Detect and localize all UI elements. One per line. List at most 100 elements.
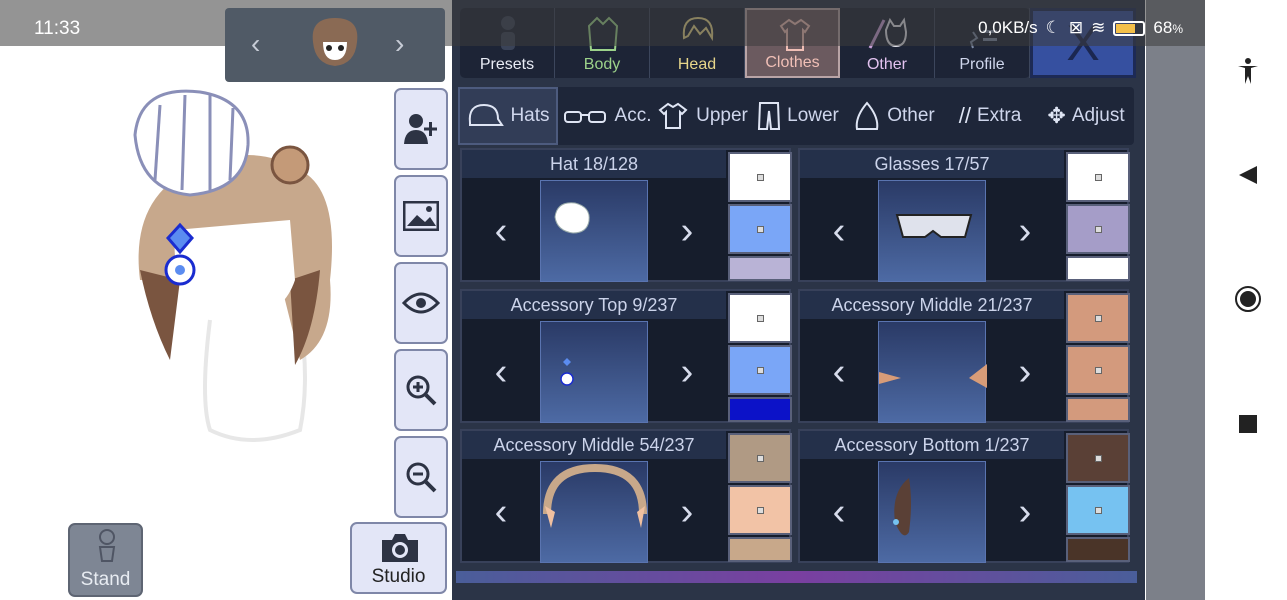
add-character-button[interactable] xyxy=(394,88,448,170)
card-title: Accessory Middle 21/237 xyxy=(800,291,1064,319)
tshirt-icon xyxy=(658,102,688,129)
recents-icon xyxy=(1239,415,1257,433)
prev-button[interactable]: ‹ xyxy=(800,461,878,563)
accessory-middle-selector-card: Accessory Middle 21/237 ‹ › xyxy=(798,289,1130,423)
head-next-button[interactable]: › xyxy=(395,28,404,60)
color-swatch-2[interactable] xyxy=(1066,485,1130,535)
hat-preview xyxy=(540,180,648,282)
accessory-middle-2-preview xyxy=(540,461,648,563)
tab-hats[interactable]: Hats xyxy=(458,87,558,145)
color-swatch-1[interactable] xyxy=(728,152,792,202)
color-swatch-1[interactable] xyxy=(1066,293,1130,343)
color-swatch-1[interactable] xyxy=(728,433,792,483)
tab-accessories-label: Acc. xyxy=(614,105,652,126)
tab-other-label: Other xyxy=(866,56,907,73)
tab-other-items[interactable]: Other xyxy=(846,87,942,145)
visibility-button[interactable] xyxy=(394,262,448,344)
zoom-in-button[interactable] xyxy=(394,349,448,431)
color-swatch-1[interactable] xyxy=(728,293,792,343)
color-swatch-1[interactable] xyxy=(1066,433,1130,483)
color-swatch-2[interactable] xyxy=(1066,204,1130,254)
battery-percent: 68% xyxy=(1153,18,1183,37)
pants-icon xyxy=(758,102,781,130)
studio-label: Studio xyxy=(371,566,426,587)
maid-headband-thumbnail-icon xyxy=(543,463,647,528)
home-button[interactable] xyxy=(1233,284,1263,314)
wing-icon xyxy=(855,101,879,130)
next-button[interactable]: › xyxy=(986,461,1064,563)
color-swatch-3[interactable] xyxy=(728,537,792,562)
tab-accessories[interactable]: Acc. xyxy=(558,87,654,145)
color-swatch-3[interactable] xyxy=(1066,397,1130,422)
cap-icon xyxy=(469,103,505,126)
color-swatch-3[interactable] xyxy=(728,397,792,422)
prev-button[interactable]: ‹ xyxy=(462,180,540,282)
tab-other-items-label: Other xyxy=(887,105,935,126)
tab-upper-label: Upper xyxy=(696,105,748,126)
color-swatch-3[interactable] xyxy=(1066,537,1130,562)
stand-button[interactable]: Stand xyxy=(68,523,143,597)
color-swatch-2[interactable] xyxy=(728,204,792,254)
prev-button[interactable]: ‹ xyxy=(462,321,540,423)
tab-head-label: Head xyxy=(677,56,717,73)
panel-bottom-strip xyxy=(456,571,1137,583)
next-button[interactable]: › xyxy=(648,321,726,423)
sub-tab-bar: Hats Acc. Upper Lower Other // Extra ✥ A… xyxy=(458,87,1134,145)
studio-button[interactable]: Studio xyxy=(350,522,447,594)
zoom-out-button[interactable] xyxy=(394,436,448,518)
eye-icon xyxy=(402,292,440,314)
sim-icon: ⊠ xyxy=(1068,18,1084,37)
prev-button[interactable]: ‹ xyxy=(462,461,540,563)
tab-adjust-label: Adjust xyxy=(1071,105,1125,126)
color-swatch-3[interactable] xyxy=(1066,256,1130,281)
battery-icon xyxy=(1113,20,1146,36)
glasses-selector-card: Glasses 17/57 ‹ › xyxy=(798,148,1130,282)
accessory-top-selector-card: Accessory Top 9/237 ‹ › xyxy=(460,289,792,423)
accessory-middle-preview xyxy=(878,321,987,423)
tab-body-label: Body xyxy=(583,56,621,73)
next-button[interactable]: › xyxy=(986,321,1064,423)
next-button[interactable]: › xyxy=(648,180,726,282)
right-gray-strip xyxy=(1146,0,1205,600)
tab-extra[interactable]: // Extra xyxy=(942,87,1038,145)
color-swatch-3[interactable] xyxy=(728,256,792,281)
flower-pin-thumbnail-icon xyxy=(560,358,574,386)
color-swatch-2[interactable] xyxy=(728,345,792,395)
head-selector: ‹ › xyxy=(225,8,445,82)
wifi-icon: ≋ xyxy=(1091,18,1106,37)
back-button[interactable] xyxy=(1233,162,1263,192)
back-icon xyxy=(1239,166,1257,184)
card-title: Accessory Top 9/237 xyxy=(462,291,726,319)
tab-hats-label: Hats xyxy=(510,105,550,126)
color-swatch-2[interactable] xyxy=(728,485,792,535)
next-button[interactable]: › xyxy=(648,461,726,563)
zoom-in-icon xyxy=(406,375,437,406)
next-button[interactable]: › xyxy=(986,180,1064,282)
tab-upper[interactable]: Upper xyxy=(654,87,750,145)
head-thumbnail-icon xyxy=(312,18,358,66)
color-swatch-1[interactable] xyxy=(1066,152,1130,202)
status-icons: 0,0KB/s ☾ ⊠ ≋ 68% xyxy=(978,18,1183,38)
card-title: Accessory Bottom 1/237 xyxy=(800,431,1064,459)
accessory-middle-2-selector-card: Accessory Middle 54/237 ‹ › xyxy=(460,429,792,563)
accessory-bottom-selector-card: Accessory Bottom 1/237 ‹ › xyxy=(798,429,1130,563)
recents-button[interactable] xyxy=(1233,410,1263,440)
feather-thumbnail-icon xyxy=(893,478,911,536)
head-prev-button[interactable]: ‹ xyxy=(251,28,260,60)
image-icon xyxy=(403,201,439,231)
network-speed: 0,0KB/s xyxy=(978,18,1038,37)
home-icon xyxy=(1235,286,1261,312)
prev-button[interactable]: ‹ xyxy=(800,180,878,282)
tab-lower[interactable]: Lower xyxy=(750,87,846,145)
prev-button[interactable]: ‹ xyxy=(800,321,878,423)
accessibility-button[interactable] xyxy=(1233,58,1263,88)
tab-lower-label: Lower xyxy=(787,105,839,126)
stand-label: Stand xyxy=(80,569,131,590)
hat-thumbnail-icon xyxy=(554,202,590,234)
clothes-panel: Presets Body Head Clothes Other Profile … xyxy=(452,0,1145,600)
tab-adjust[interactable]: ✥ Adjust xyxy=(1038,87,1134,145)
zoom-out-icon xyxy=(406,462,437,493)
background-button[interactable] xyxy=(394,175,448,257)
color-swatch-2[interactable] xyxy=(1066,345,1130,395)
moon-icon: ☾ xyxy=(1045,18,1061,37)
